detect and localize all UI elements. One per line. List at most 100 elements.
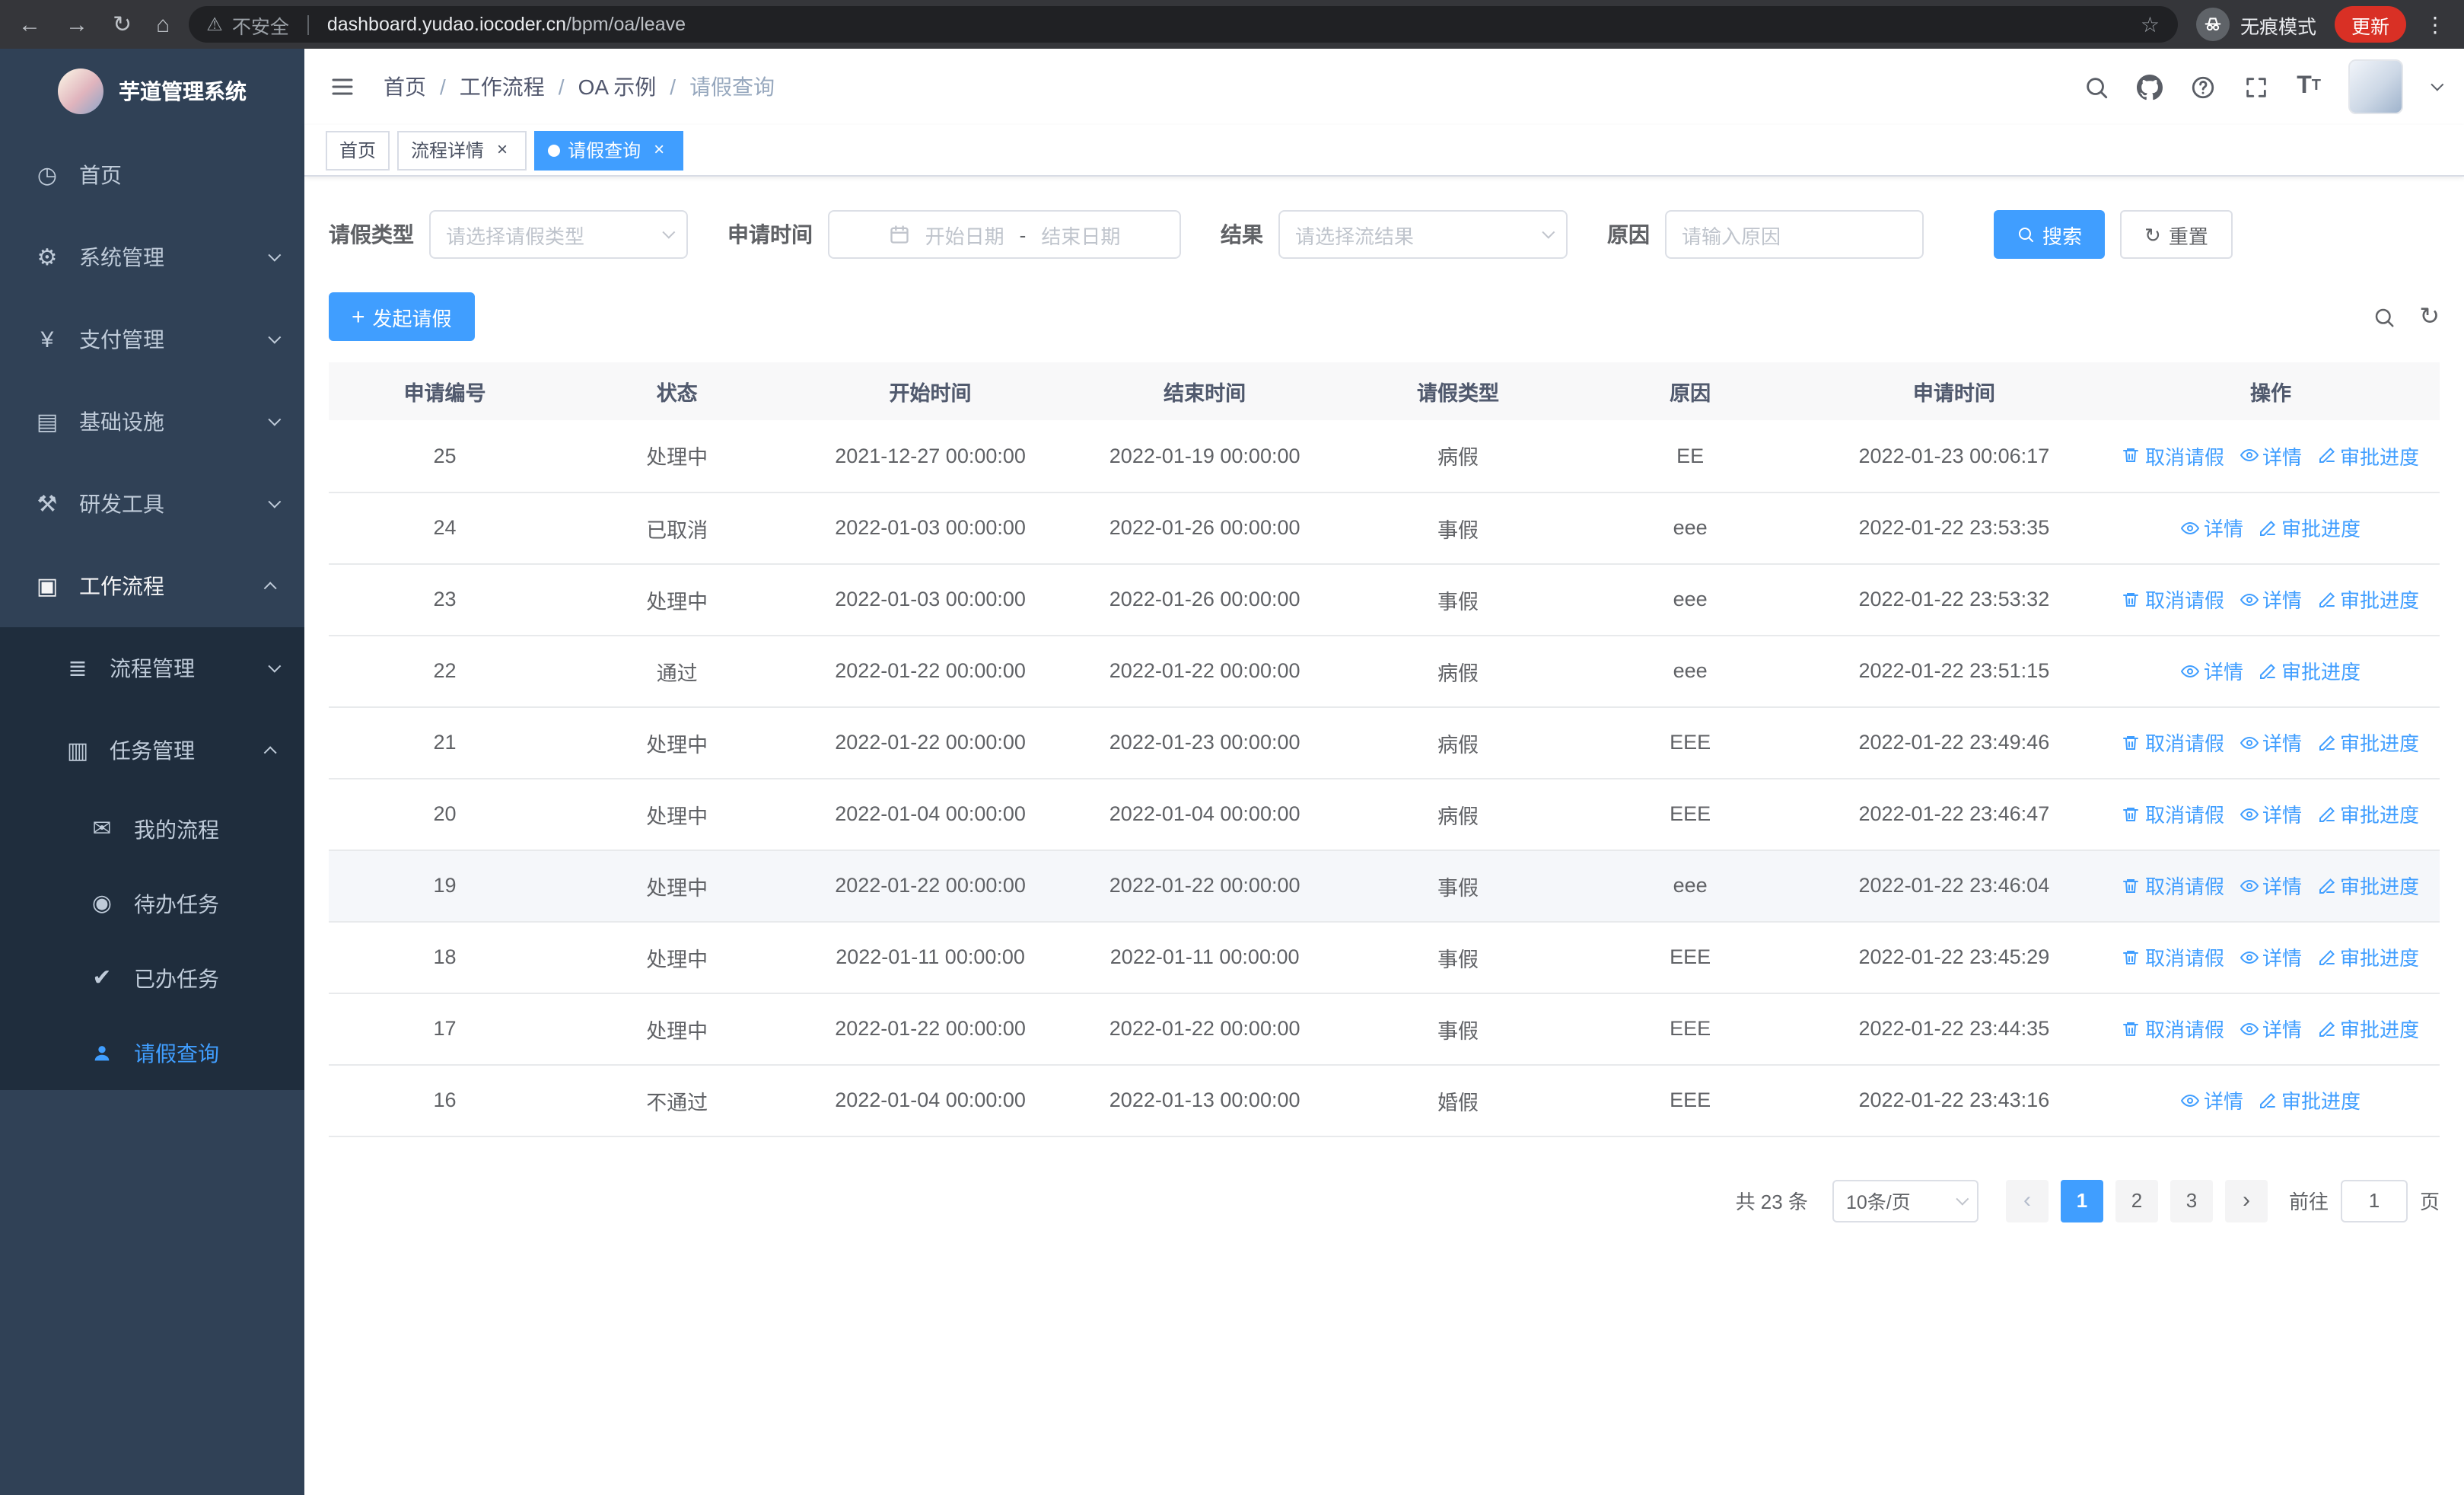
edit-icon	[2319, 735, 2335, 750]
prev-page-button[interactable]: ‹	[2005, 1179, 2049, 1222]
breadcrumb-workflow[interactable]: 工作流程	[460, 72, 545, 102]
button-label: 搜索	[2042, 225, 2083, 247]
reset-button[interactable]: ↻ 重置	[2120, 210, 2233, 259]
next-page-button[interactable]: ›	[2224, 1179, 2268, 1222]
update-button[interactable]: 更新	[2334, 6, 2406, 43]
detail-link[interactable]: 详情	[2240, 441, 2302, 470]
table-row: 18 处理中 2022-01-11 00:00:00 2022-01-11 00:00…	[329, 921, 2440, 993]
bookmark-star-icon[interactable]: ☆	[2141, 11, 2160, 37]
detail-link[interactable]: 详情	[2240, 1014, 2302, 1043]
reason-input[interactable]: 请输入原因	[1665, 210, 1924, 259]
approval-progress-link[interactable]: 审批进度	[2259, 513, 2361, 542]
table-row: 23 处理中 2022-01-03 00:00:00 2022-01-26 00:00…	[329, 563, 2440, 636]
reload-icon[interactable]: ↻	[113, 13, 132, 36]
toggle-search-icon[interactable]	[2372, 305, 2395, 328]
sidebar-item-done-tasks[interactable]: ✔ 已办任务	[0, 941, 304, 1015]
sidebar-item-task-management[interactable]: ▥ 任务管理	[0, 709, 304, 792]
sidebar-item-system-management[interactable]: ⚙ 系统管理	[0, 216, 304, 298]
browser-menu-icon[interactable]: ⋮	[2424, 11, 2446, 37]
detail-link[interactable]: 详情	[2180, 656, 2243, 685]
hamburger-icon[interactable]	[329, 73, 356, 100]
sidebar-item-label: 我的流程	[134, 817, 219, 841]
sidebar-item-home[interactable]: ◷ 首页	[0, 134, 304, 216]
help-icon[interactable]	[2190, 74, 2216, 100]
cell-apply-time: 2022-01-22 23:45:29	[1806, 921, 2103, 993]
cell-status: 处理中	[561, 850, 794, 922]
result-select[interactable]: 请选择流结果	[1278, 210, 1568, 259]
table-header-row: 申请编号 状态 开始时间 结束时间 请假类型 原因 申请时间 操作	[329, 362, 2440, 420]
detail-link[interactable]: 详情	[2240, 871, 2302, 900]
cell-actions: 取消请假 详情 审批进度	[2102, 563, 2440, 636]
cancel-leave-link[interactable]: 取消请假	[2122, 585, 2224, 614]
forward-icon[interactable]: →	[65, 13, 88, 36]
detail-link[interactable]: 详情	[2180, 1085, 2243, 1114]
approval-progress-link[interactable]: 审批进度	[2317, 871, 2419, 900]
cell-reason: EEE	[1574, 706, 1807, 779]
tag-leave-query[interactable]: 请假查询 ×	[534, 130, 684, 170]
sidebar-item-dev-tools[interactable]: ⚒ 研发工具	[0, 463, 304, 545]
cancel-leave-link[interactable]: 取消请假	[2122, 728, 2224, 757]
detail-link[interactable]: 详情	[2180, 513, 2243, 542]
address-bar[interactable]: ⚠ 不安全 dashboard.yudao.iocoder.cn/bpm/oa/…	[188, 6, 2178, 43]
breadcrumb-separator: /	[558, 75, 565, 99]
page-button-2[interactable]: 2	[2115, 1179, 2158, 1222]
create-leave-button[interactable]: + 发起请假	[329, 292, 475, 341]
approval-progress-link[interactable]: 审批进度	[2259, 656, 2361, 685]
sidebar-item-my-process[interactable]: ✉ 我的流程	[0, 792, 304, 866]
page-button-1[interactable]: 1	[2060, 1179, 2103, 1222]
approval-progress-link[interactable]: 审批进度	[2317, 441, 2419, 470]
chevron-down-icon	[268, 413, 282, 426]
page-size-select[interactable]: 10条/页	[1832, 1179, 1979, 1222]
close-icon[interactable]: ×	[648, 139, 670, 161]
detail-link[interactable]: 详情	[2240, 728, 2302, 757]
cell-status: 不通过	[561, 1064, 794, 1136]
goto-page-input[interactable]: 1	[2340, 1179, 2408, 1222]
home-icon[interactable]: ⌂	[156, 13, 170, 36]
sidebar-item-label: 系统管理	[79, 245, 164, 269]
cell-start-time: 2022-01-04 00:00:00	[793, 1064, 1068, 1136]
cancel-leave-link[interactable]: 取消请假	[2122, 942, 2224, 971]
user-avatar[interactable]	[2348, 59, 2403, 114]
cell-start-time: 2022-01-11 00:00:00	[793, 921, 1068, 993]
cancel-leave-link[interactable]: 取消请假	[2122, 799, 2224, 828]
breadcrumb-oa-example[interactable]: OA 示例	[578, 72, 657, 102]
cell-apply-time: 2022-01-22 23:43:16	[1806, 1064, 2103, 1136]
edit-icon	[2319, 591, 2335, 607]
sidebar-item-workflow[interactable]: ▣ 工作流程	[0, 545, 304, 627]
approval-progress-link[interactable]: 审批进度	[2317, 799, 2419, 828]
sidebar-item-todo-tasks[interactable]: ◉ 待办任务	[0, 866, 304, 941]
tag-process-detail[interactable]: 流程详情 ×	[397, 130, 527, 170]
close-icon[interactable]: ×	[492, 139, 513, 161]
approval-progress-link[interactable]: 审批进度	[2317, 942, 2419, 971]
refresh-table-icon[interactable]: ↻	[2419, 301, 2440, 332]
sidebar-item-infrastructure[interactable]: ▤ 基础设施	[0, 381, 304, 463]
approval-progress-link[interactable]: 审批进度	[2317, 1014, 2419, 1043]
breadcrumb-home[interactable]: 首页	[384, 72, 426, 102]
avatar-caret-icon[interactable]	[2431, 78, 2444, 91]
sidebar-item-process-management[interactable]: ≣ 流程管理	[0, 627, 304, 709]
search-button[interactable]: 搜索	[1994, 210, 2106, 259]
eye-icon	[2240, 735, 2258, 749]
search-icon[interactable]	[2084, 74, 2109, 100]
approval-progress-link[interactable]: 审批进度	[2317, 728, 2419, 757]
detail-link[interactable]: 详情	[2240, 942, 2302, 971]
app-logo[interactable]: 芋道管理系统	[0, 49, 304, 134]
cancel-leave-link[interactable]: 取消请假	[2122, 441, 2224, 470]
refresh-icon: ↻	[2144, 223, 2161, 246]
approval-progress-link[interactable]: 审批进度	[2317, 585, 2419, 614]
apply-time-range-picker[interactable]: 开始日期 - 结束日期	[828, 210, 1181, 259]
detail-link[interactable]: 详情	[2240, 585, 2302, 614]
github-icon[interactable]	[2137, 74, 2163, 100]
leave-type-select[interactable]: 请选择请假类型	[429, 210, 688, 259]
sidebar-item-payment-management[interactable]: ¥ 支付管理	[0, 298, 304, 381]
cancel-leave-link[interactable]: 取消请假	[2122, 871, 2224, 900]
tag-home[interactable]: 首页	[326, 130, 390, 170]
fullscreen-icon[interactable]	[2243, 74, 2269, 100]
approval-progress-link[interactable]: 审批进度	[2259, 1085, 2361, 1114]
sidebar-item-leave-query[interactable]: 请假查询	[0, 1015, 304, 1090]
back-icon[interactable]: ←	[18, 13, 41, 36]
page-button-3[interactable]: 3	[2170, 1179, 2213, 1222]
detail-link[interactable]: 详情	[2240, 799, 2302, 828]
cancel-leave-link[interactable]: 取消请假	[2122, 1014, 2224, 1043]
font-size-icon[interactable]: TT	[2297, 74, 2321, 99]
